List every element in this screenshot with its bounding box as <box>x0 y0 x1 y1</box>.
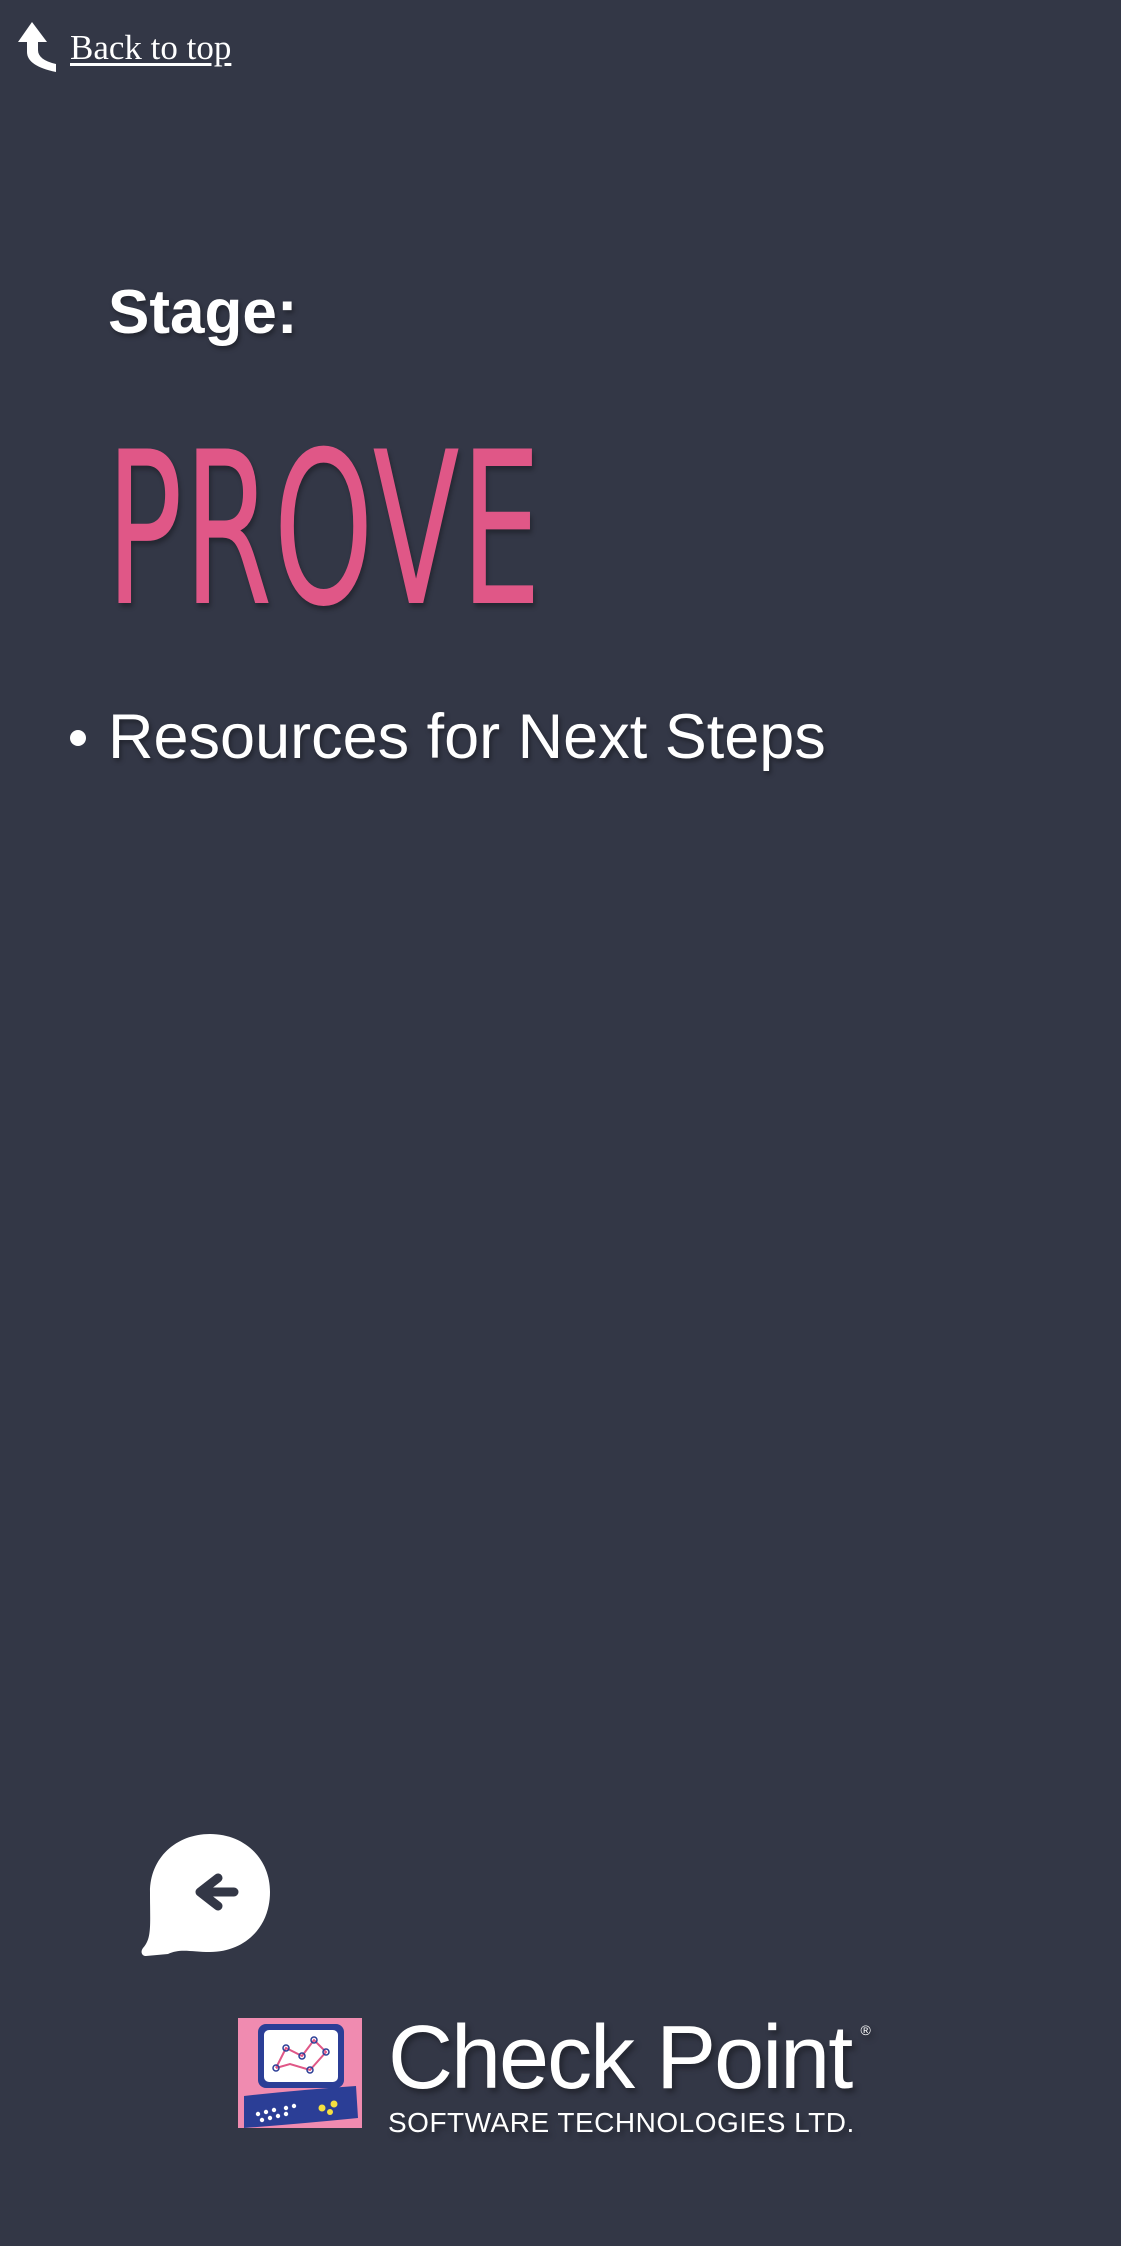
stage-name: PROVE <box>106 406 543 653</box>
bullet-icon <box>70 730 86 746</box>
curved-up-arrow-icon <box>16 20 58 74</box>
resource-item-next-steps[interactable]: Resources for Next Steps <box>0 700 826 776</box>
back-button[interactable] <box>140 1830 275 1960</box>
resource-list: Resources for Next Steps <box>0 700 826 776</box>
brand-name: Check Point ® <box>388 2008 871 2108</box>
brand-wordmark: Check Point ® SOFTWARE TECHNOLOGIES LTD. <box>388 2008 871 2138</box>
computer-logo-icon <box>238 2018 362 2128</box>
stage-label: Stage: <box>108 278 298 347</box>
brand-tagline: SOFTWARE TECHNOLOGIES LTD. <box>388 2107 855 2138</box>
registered-mark: ® <box>860 2022 871 2038</box>
check-point-logo: Check Point ® SOFTWARE TECHNOLOGIES LTD. <box>238 2008 871 2138</box>
back-to-top-link[interactable]: Back to top <box>16 20 231 74</box>
back-to-top-label: Back to top <box>70 27 232 67</box>
back-arrow-speech-bubble-icon <box>140 1830 275 1960</box>
resource-item-label: Resources for Next Steps <box>108 702 826 772</box>
